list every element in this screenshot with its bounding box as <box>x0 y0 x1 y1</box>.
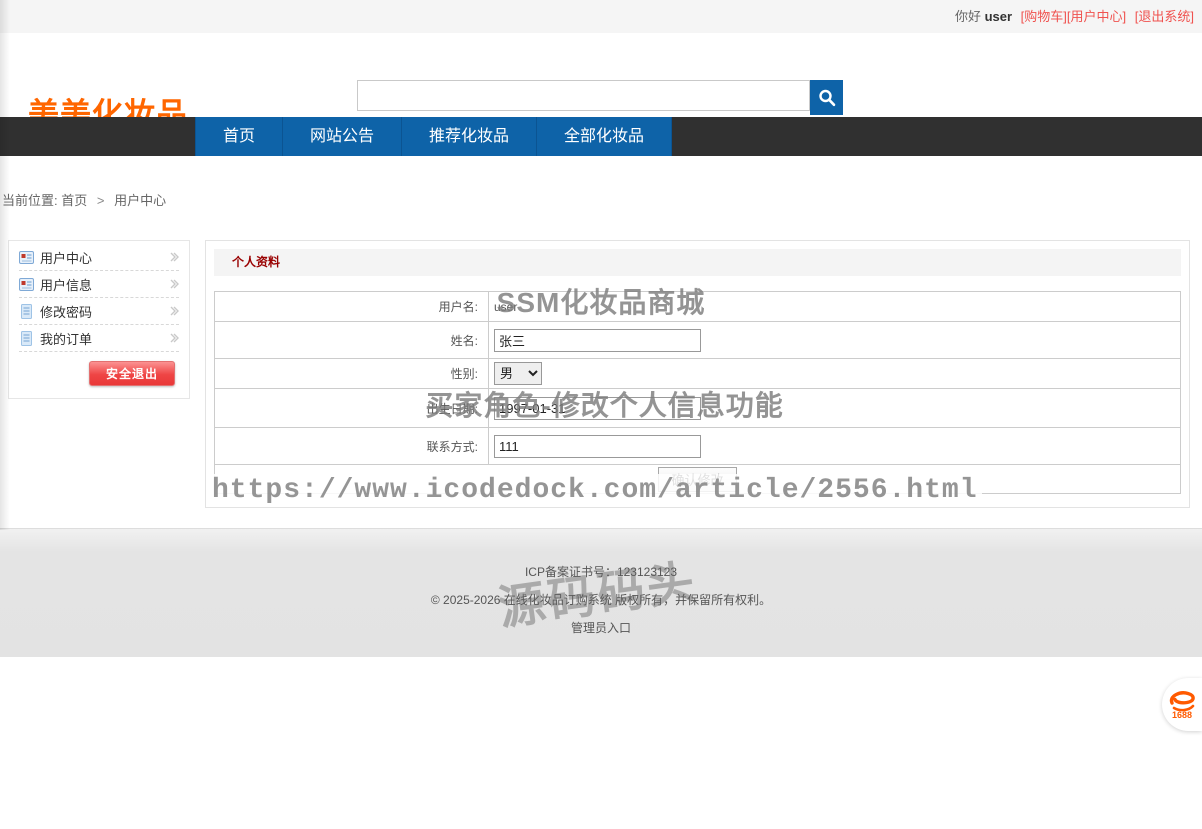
breadcrumb-separator: > <box>97 193 105 208</box>
header: 美美化妆品 <box>0 33 1202 117</box>
document-icon <box>19 304 34 319</box>
badge-label: 1688 <box>1172 710 1192 720</box>
confirm-edit-button[interactable]: 确认修改 <box>658 467 736 492</box>
user-center-link[interactable]: [用户中心] <box>1067 9 1126 24</box>
sidebar: 用户中心 用户信息 <box>8 240 190 399</box>
field-label: 用户名: <box>215 292 489 322</box>
user-card-icon <box>19 250 34 265</box>
chevron-right-icon <box>169 304 179 319</box>
cart-link[interactable]: [购物车] <box>1021 9 1067 24</box>
chevron-right-icon <box>169 277 179 292</box>
search-bar <box>357 80 843 115</box>
field-label: 性别: <box>215 359 489 389</box>
profile-panel: 个人资料 用户名: user 姓名: 性别: 男 <box>205 240 1190 508</box>
birthdate-field[interactable] <box>494 397 701 420</box>
field-label: 姓名: <box>215 322 489 359</box>
page-edge-shadow <box>0 0 10 530</box>
user-card-icon <box>19 277 34 292</box>
icp-text: ICP备案证书号：123123123 <box>0 563 1202 580</box>
username-value: user <box>489 292 1181 322</box>
search-icon <box>817 88 837 108</box>
footer: ICP备案证书号：123123123 © 2025-2026 在线化妆品订购系统… <box>0 528 1202 657</box>
profile-form-table: 用户名: user 姓名: 性别: 男 出生日期: <box>214 291 1181 494</box>
sidebar-item-user-center[interactable]: 用户中心 <box>19 244 179 271</box>
sidebar-item-change-password[interactable]: 修改密码 <box>19 298 179 325</box>
contact-field[interactable] <box>494 435 701 458</box>
page: 你好 user [购物车][用户中心] [退出系统] 美美化妆品 首页 网站公告… <box>0 0 1202 829</box>
nav-items: 首页 网站公告 推荐化妆品 全部化妆品 <box>195 117 1202 156</box>
greeting-text: 你好 <box>955 9 981 24</box>
table-row: 用户名: user <box>215 292 1181 322</box>
admin-entry-link[interactable]: 管理员入口 <box>571 621 631 635</box>
breadcrumb-label: 当前位置: <box>2 193 58 208</box>
search-input[interactable] <box>357 80 810 111</box>
topbar: 你好 user [购物车][用户中心] [退出系统] <box>0 0 1202 33</box>
table-row: 性别: 男 <box>215 359 1181 389</box>
breadcrumb: 当前位置: 首页 > 用户中心 <box>2 190 166 209</box>
nav-item-home[interactable]: 首页 <box>195 117 283 156</box>
search-button[interactable] <box>810 80 843 115</box>
name-field[interactable] <box>494 329 701 352</box>
safe-logout-button[interactable]: 安全退出 <box>89 361 175 386</box>
main-nav: 首页 网站公告 推荐化妆品 全部化妆品 <box>0 117 1202 156</box>
table-row: 联系方式: <box>215 428 1181 465</box>
nav-item-all-products[interactable]: 全部化妆品 <box>537 117 672 156</box>
nav-item-announcements[interactable]: 网站公告 <box>283 117 402 156</box>
table-row: 确认修改 <box>215 465 1181 494</box>
breadcrumb-home-link[interactable]: 首页 <box>61 193 87 208</box>
breadcrumb-current: 用户中心 <box>114 193 166 208</box>
sidebar-item-label: 我的订单 <box>40 329 169 348</box>
table-row: 出生日期: <box>215 389 1181 428</box>
sidebar-item-label: 修改密码 <box>40 302 169 321</box>
username: user <box>985 9 1012 24</box>
chevron-right-icon <box>169 331 179 346</box>
table-row: 姓名: <box>215 322 1181 359</box>
logout-link[interactable]: [退出系统] <box>1135 9 1194 24</box>
panel-title: 个人资料 <box>214 249 1181 276</box>
copyright-text: © 2025-2026 在线化妆品订购系统 版权所有，并保留所有权利。 <box>0 591 1202 608</box>
sidebar-item-label: 用户中心 <box>40 248 169 267</box>
chevron-right-icon <box>169 250 179 265</box>
sidebar-item-user-info[interactable]: 用户信息 <box>19 271 179 298</box>
sidebar-item-label: 用户信息 <box>40 275 169 294</box>
field-label: 出生日期: <box>215 389 489 428</box>
sidebar-item-my-orders[interactable]: 我的订单 <box>19 325 179 352</box>
alibaba-1688-badge[interactable]: 1688 <box>1162 678 1202 731</box>
document-icon <box>19 331 34 346</box>
gender-select[interactable]: 男 <box>494 362 542 385</box>
sidebar-logout-row: 安全退出 <box>19 352 179 390</box>
nav-item-recommended[interactable]: 推荐化妆品 <box>402 117 537 156</box>
field-label: 联系方式: <box>215 428 489 465</box>
